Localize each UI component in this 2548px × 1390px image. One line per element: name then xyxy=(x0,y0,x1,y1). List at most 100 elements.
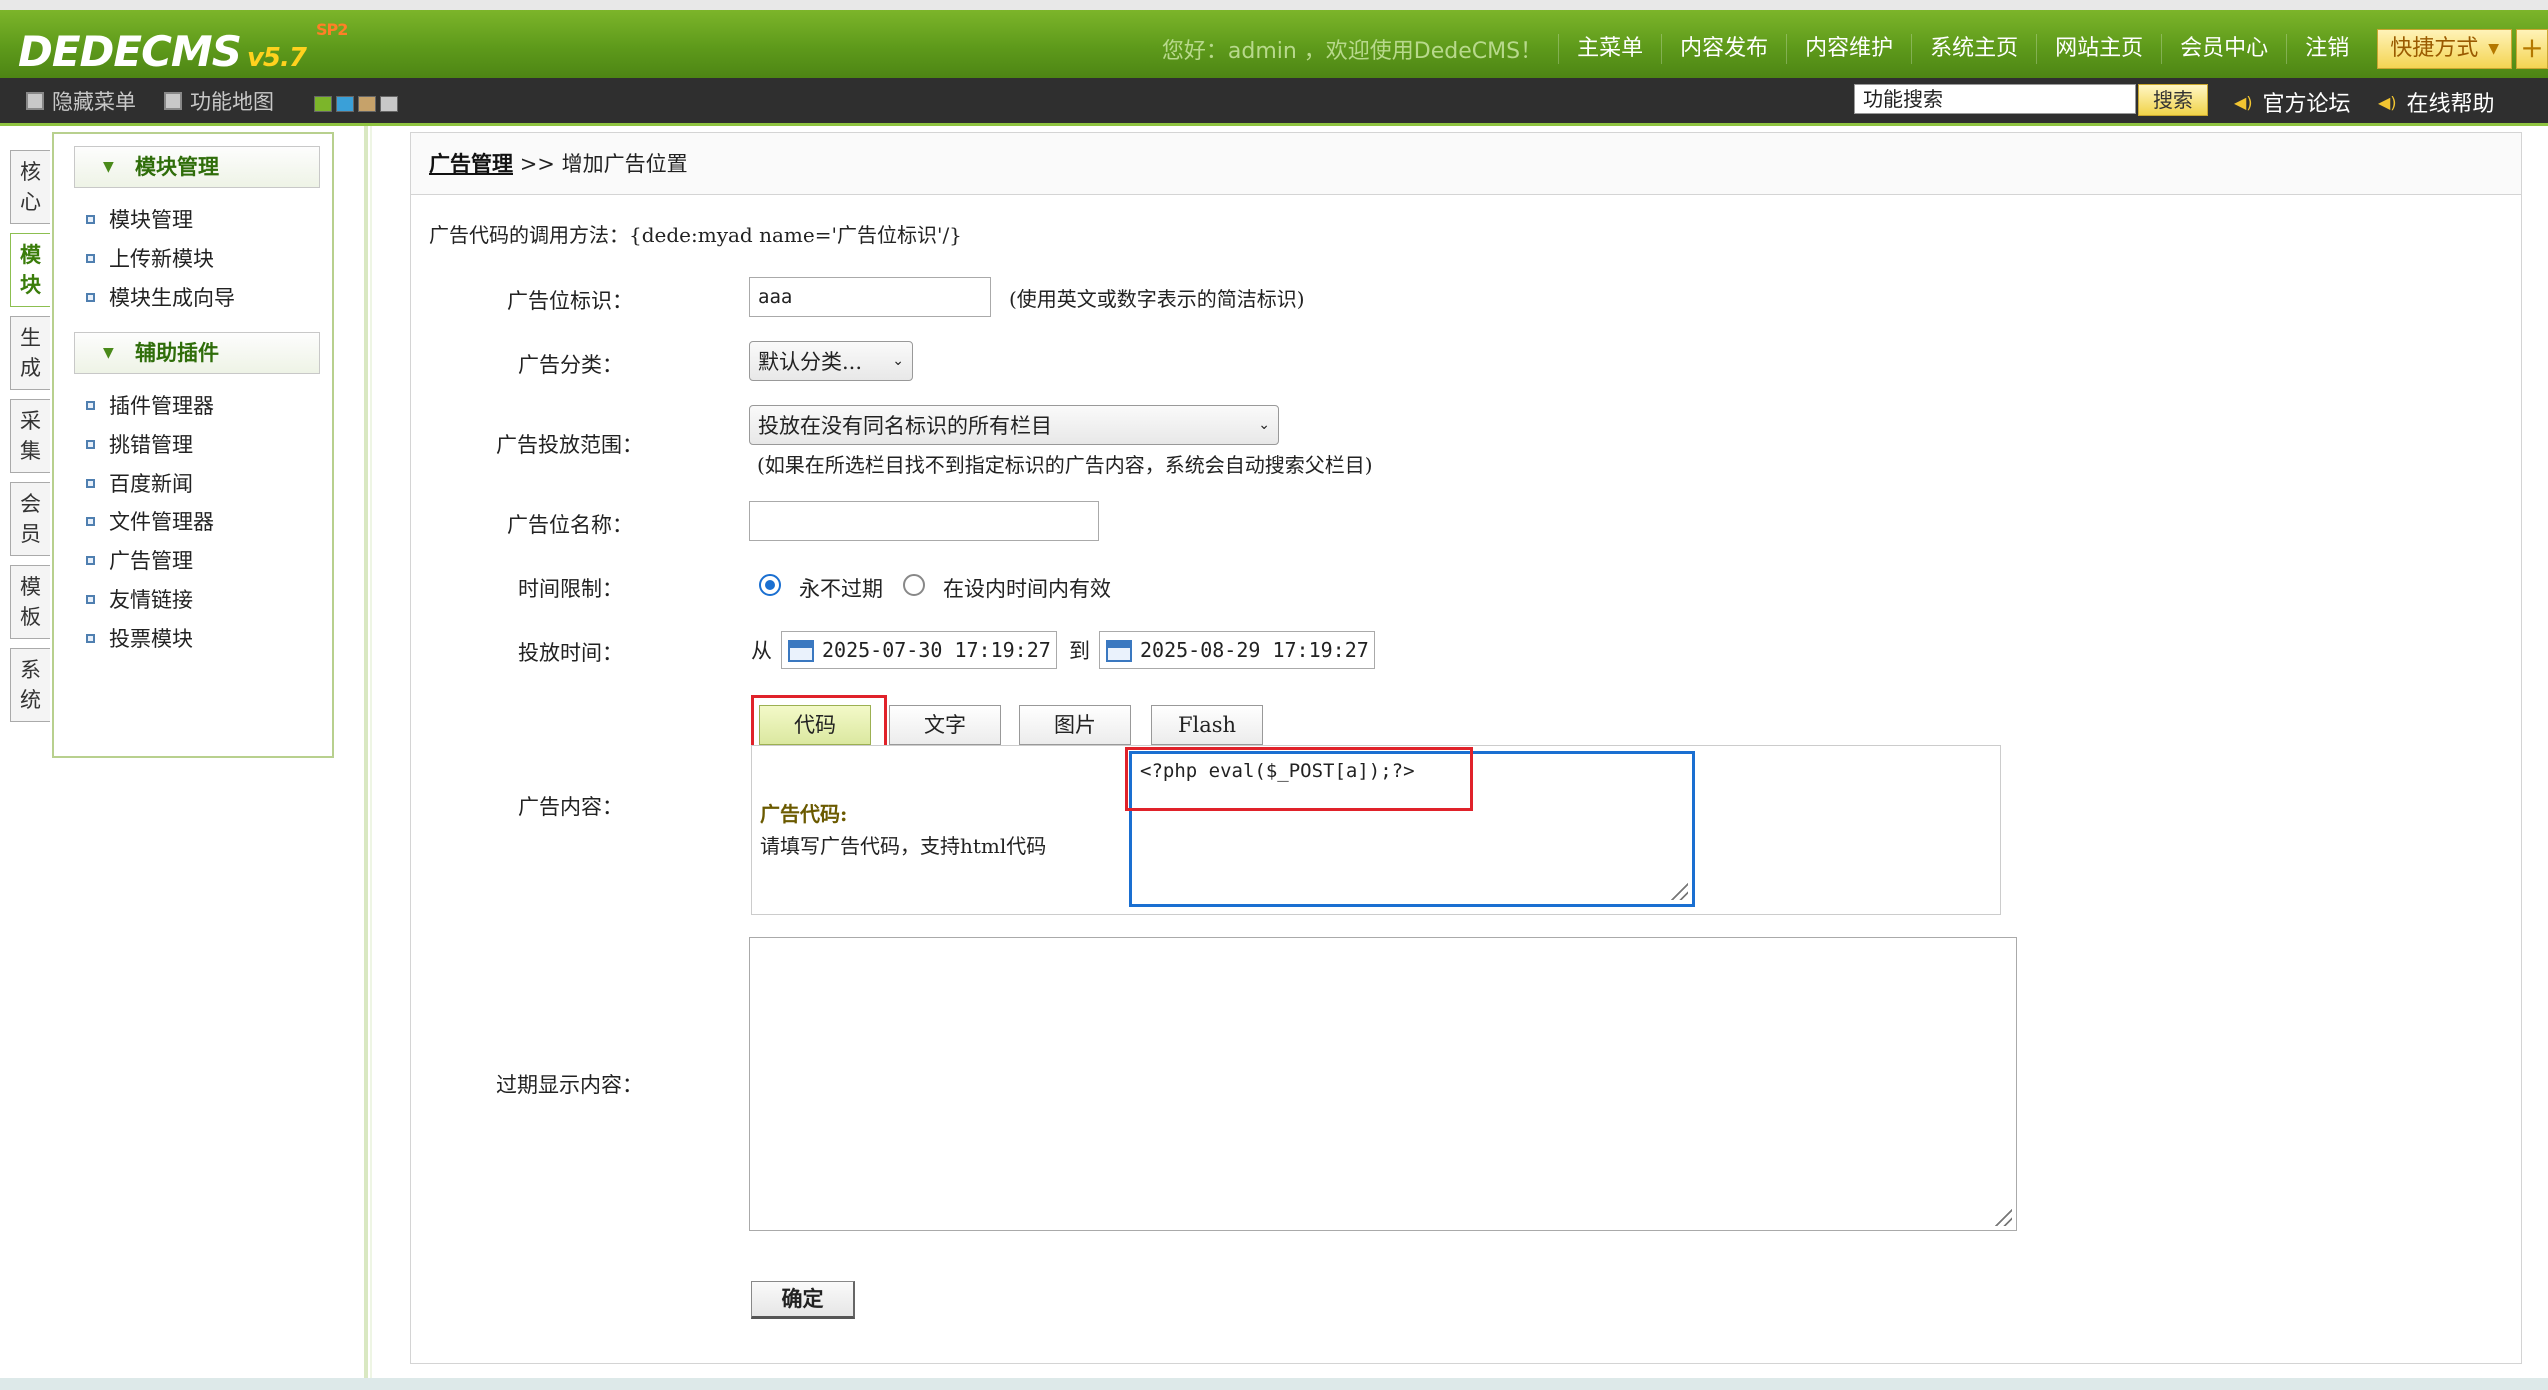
radio-never-expire[interactable] xyxy=(759,574,781,596)
triangle-down-icon: ▼ xyxy=(103,345,114,361)
time-limit-label: 时间限制： xyxy=(518,577,623,601)
sidebar-item-file-manager[interactable]: 文件管理器 xyxy=(86,506,214,536)
function-map-label: 功能地图 xyxy=(190,90,274,114)
nav-system-home[interactable]: 系统主页 xyxy=(1911,34,2036,64)
logo: DEDECMS v5.7 SP2 xyxy=(18,22,348,80)
grid-icon xyxy=(164,92,182,110)
calendar-icon[interactable] xyxy=(788,640,814,662)
vtab-generate[interactable]: 生成 xyxy=(10,316,50,390)
function-map-link[interactable]: 功能地图 xyxy=(164,86,274,116)
expired-content-textarea[interactable] xyxy=(749,937,2017,1231)
vtab-member[interactable]: 会员 xyxy=(10,482,50,556)
online-help-link[interactable]: ◀) 在线帮助 xyxy=(2378,86,2495,118)
vtab-module[interactable]: 模块 xyxy=(10,233,50,307)
calendar-icon[interactable] xyxy=(1106,640,1132,662)
radio-time-limited[interactable] xyxy=(903,574,925,596)
bullet-icon xyxy=(86,594,95,604)
sidebar-item-vote-module[interactable]: 投票模块 xyxy=(86,623,193,653)
from-label: 从 xyxy=(751,639,772,663)
tag-hint: (使用英文或数字表示的简洁标识) xyxy=(1009,287,1305,311)
bullet-icon xyxy=(86,214,95,224)
vtab-system[interactable]: 系统 xyxy=(10,648,50,722)
tag-label: 广告位标识： xyxy=(507,289,633,313)
logo-version: v5.7 xyxy=(246,43,307,73)
frame-divider-light xyxy=(370,126,372,1390)
name-label: 广告位名称： xyxy=(507,513,633,537)
chevron-down-icon: ▼ xyxy=(2488,41,2499,57)
section-module-manage[interactable]: ▼ 模块管理 xyxy=(74,146,320,188)
hide-menu-link[interactable]: 隐藏菜单 xyxy=(26,86,136,116)
sidebar-item-error-report[interactable]: 挑错管理 xyxy=(86,429,193,459)
online-help-label: 在线帮助 xyxy=(2406,92,2495,117)
sidebar-item-upload-module[interactable]: 上传新模块 xyxy=(86,243,214,273)
bullet-icon xyxy=(86,292,95,302)
usage-hint: 广告代码的调用方法：{dede:myad name='广告位标识'/} xyxy=(429,223,962,247)
vtab-template[interactable]: 模板 xyxy=(10,565,50,639)
shortcut-label: 快捷方式 xyxy=(2390,36,2479,61)
sidebar-item-friend-links[interactable]: 友情链接 xyxy=(86,584,193,614)
nav-member-center[interactable]: 会员中心 xyxy=(2161,34,2286,64)
skin-swatch-green[interactable] xyxy=(314,96,332,112)
scope-select[interactable]: 投放在没有同名标识的所有栏目 ⌄ xyxy=(749,405,1279,445)
resize-handle-icon[interactable] xyxy=(1992,1206,2012,1226)
tab-image[interactable]: 图片 xyxy=(1019,705,1131,745)
code-hint: 请填写广告代码，支持html代码 xyxy=(760,834,1047,858)
tag-input[interactable]: aaa xyxy=(749,277,991,317)
bottom-strip xyxy=(0,1378,2548,1390)
nav-content-publish[interactable]: 内容发布 xyxy=(1661,34,1786,64)
sidebar-item-module-manage[interactable]: 模块管理 xyxy=(86,204,193,234)
resize-handle-icon[interactable] xyxy=(1668,880,1688,900)
function-search-input[interactable]: 功能搜索 xyxy=(1854,84,2136,114)
section-plugins[interactable]: ▼ 辅助插件 xyxy=(74,332,320,374)
tab-flash[interactable]: Flash xyxy=(1151,705,1263,745)
bullet-icon xyxy=(86,478,95,488)
chevron-down-icon: ⌄ xyxy=(892,353,904,369)
breadcrumb-link-ad-manage[interactable]: 广告管理 xyxy=(429,151,513,176)
bullet-icon xyxy=(86,555,95,565)
shortcut-button[interactable]: 快捷方式 ▼ xyxy=(2377,29,2512,69)
speaker-icon: ◀) xyxy=(2234,92,2253,112)
category-label: 广告分类： xyxy=(518,353,623,377)
welcome-text: 您好：admin ，欢迎使用DedeCMS！ xyxy=(1161,39,1543,64)
official-forum-link[interactable]: ◀) 官方论坛 xyxy=(2234,86,2351,118)
skin-swatch-gray[interactable] xyxy=(380,96,398,112)
sidebar-item-module-wizard[interactable]: 模块生成向导 xyxy=(86,282,235,312)
nav-main-menu[interactable]: 主菜单 xyxy=(1558,34,1661,64)
content-label: 广告内容： xyxy=(518,795,623,819)
breadcrumb: 广告管理 >> 增加广告位置 xyxy=(411,133,2521,195)
sidebar-item-baidu-news[interactable]: 百度新闻 xyxy=(86,468,193,498)
sidebar-item-plugin-manager[interactable]: 插件管理器 xyxy=(86,390,214,420)
skin-swatch-brown[interactable] xyxy=(358,96,376,112)
hide-menu-label: 隐藏菜单 xyxy=(52,90,136,114)
schedule-label: 投放时间： xyxy=(518,641,623,665)
skin-swatch-blue[interactable] xyxy=(336,96,354,112)
frame-divider xyxy=(364,126,368,1390)
tab-text[interactable]: 文字 xyxy=(889,705,1001,745)
start-time-input[interactable]: 2025-07-30 17:19:27 xyxy=(781,631,1057,669)
nav-content-maintain[interactable]: 内容维护 xyxy=(1786,34,1911,64)
speaker-icon: ◀) xyxy=(2378,92,2397,112)
submit-button[interactable]: 确定 xyxy=(751,1281,855,1319)
search-button[interactable]: 搜索 xyxy=(2138,84,2208,116)
sidebar-item-ad-manage[interactable]: 广告管理 xyxy=(86,545,193,575)
sub-toolbar: 隐藏菜单 功能地图 功能搜索 搜索 ◀) 官方论坛 ◀) 在线帮助 xyxy=(0,78,2548,126)
top-nav: 您好：admin ，欢迎使用DedeCMS！ 主菜单 内容发布 内容维护 系统主… xyxy=(1162,24,2548,74)
bullet-icon xyxy=(86,633,95,643)
nav-logout[interactable]: 注销 xyxy=(2286,34,2367,64)
name-input[interactable] xyxy=(749,501,1099,541)
bullet-icon xyxy=(86,516,95,526)
nav-site-home[interactable]: 网站主页 xyxy=(2036,34,2161,64)
logo-text: DEDECMS xyxy=(18,27,242,76)
radio-time-limited-label: 在设内时间内有效 xyxy=(943,577,1111,601)
top-header: DEDECMS v5.7 SP2 您好：admin ，欢迎使用DedeCMS！ 主… xyxy=(0,0,2548,78)
to-label: 到 xyxy=(1069,639,1090,663)
vtab-core[interactable]: 核心 xyxy=(10,150,50,224)
radio-never-expire-label: 永不过期 xyxy=(799,577,883,601)
add-shortcut-button[interactable]: + xyxy=(2516,29,2548,69)
panel-icon xyxy=(26,92,44,110)
main-content: 广告管理 >> 增加广告位置 广告代码的调用方法：{dede:myad name… xyxy=(410,132,2522,1364)
chevron-down-icon: ⌄ xyxy=(1258,417,1270,433)
category-select[interactable]: 默认分类... ⌄ xyxy=(749,341,913,381)
vtab-collect[interactable]: 采集 xyxy=(10,399,50,473)
end-time-input[interactable]: 2025-08-29 17:19:27 xyxy=(1099,631,1375,669)
